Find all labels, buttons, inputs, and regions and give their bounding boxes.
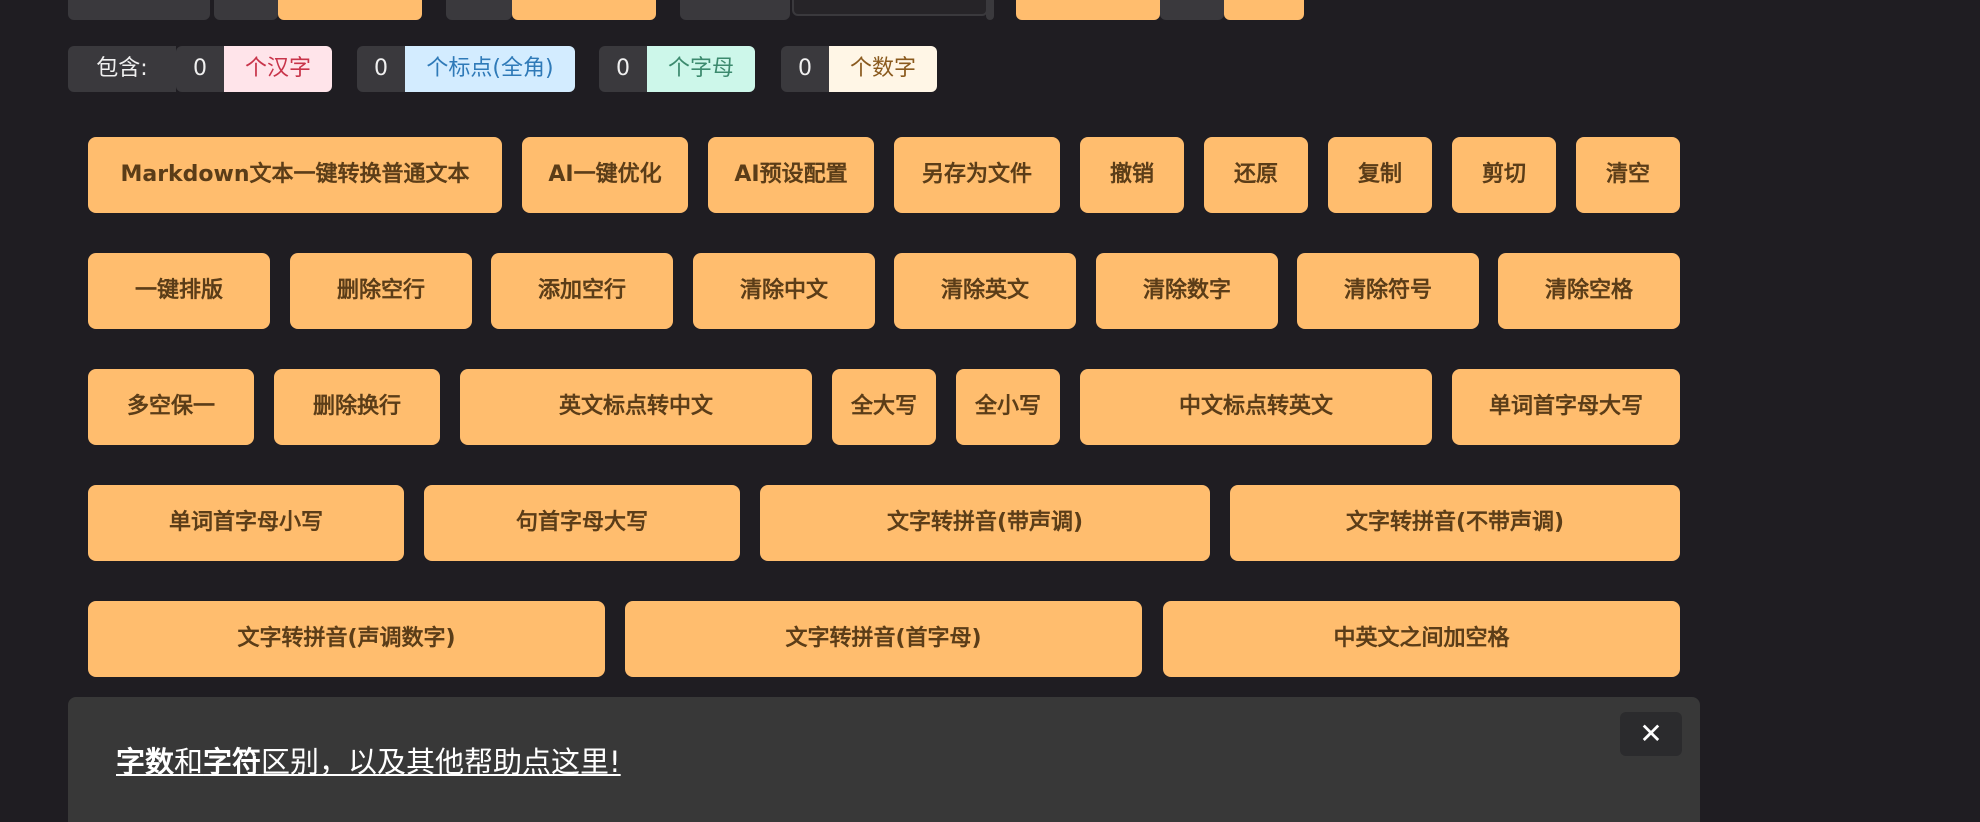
- remove-english-button[interactable]: 清除英文: [894, 253, 1076, 329]
- sentence-capitalize-button[interactable]: 句首字母大写: [424, 485, 740, 561]
- toolbar-input[interactable]: [792, 0, 988, 16]
- save-as-file-button[interactable]: 另存为文件: [894, 137, 1060, 213]
- cut-button[interactable]: 剪切: [1452, 137, 1556, 213]
- copy-button[interactable]: 复制: [1328, 137, 1432, 213]
- ai-preset-button[interactable]: AI预设配置: [708, 137, 874, 213]
- stat-letter-label: 个字母: [647, 46, 755, 92]
- remove-chinese-button[interactable]: 清除中文: [693, 253, 875, 329]
- help-link-part-wordcount: 字数: [116, 745, 175, 779]
- cn-punct-to-en-button[interactable]: 中文标点转英文: [1080, 369, 1432, 445]
- toolbar-segment[interactable]: [986, 0, 994, 20]
- pinyin-without-tone-button[interactable]: 文字转拼音(不带声调): [1230, 485, 1680, 561]
- restore-button[interactable]: 还原: [1204, 137, 1308, 213]
- toolbar-segment[interactable]: [68, 0, 210, 20]
- toolbar-button[interactable]: [278, 0, 422, 20]
- stats-lead-label: 包含:: [68, 46, 176, 92]
- stat-punct-count: 0: [357, 46, 405, 92]
- remove-spaces-button[interactable]: 清除空格: [1498, 253, 1680, 329]
- stat-digit-count: 0: [781, 46, 829, 92]
- add-blank-lines-button[interactable]: 添加空行: [491, 253, 673, 329]
- toolbar-segment[interactable]: [1160, 0, 1224, 20]
- clear-button[interactable]: 清空: [1576, 137, 1680, 213]
- stat-letter-count: 0: [599, 46, 647, 92]
- markdown-to-text-button[interactable]: Markdown文本一键转换普通文本: [88, 137, 502, 213]
- stat-hanzi-label: 个汉字: [224, 46, 332, 92]
- word-capitalize-button[interactable]: 单词首字母大写: [1452, 369, 1680, 445]
- undo-button[interactable]: 撤销: [1080, 137, 1184, 213]
- delete-line-breaks-button[interactable]: 删除换行: [274, 369, 440, 445]
- delete-blank-lines-button[interactable]: 删除空行: [290, 253, 472, 329]
- close-banner-button[interactable]: ✕: [1620, 712, 1682, 756]
- one-click-format-button[interactable]: 一键排版: [88, 253, 270, 329]
- toolbar-button[interactable]: [1224, 0, 1304, 20]
- pinyin-tone-number-button[interactable]: 文字转拼音(声调数字): [88, 601, 605, 677]
- toolbar-button[interactable]: [512, 0, 656, 20]
- help-link-part-and: 和: [174, 745, 204, 779]
- toolbar-segment[interactable]: [446, 0, 512, 20]
- toolbar-segment[interactable]: [214, 0, 278, 20]
- remove-digits-button[interactable]: 清除数字: [1096, 253, 1278, 329]
- collapse-spaces-button[interactable]: 多空保一: [88, 369, 254, 445]
- close-icon: ✕: [1639, 717, 1663, 750]
- help-link-part-rest: 区别，以及其他帮助点这里!: [261, 745, 621, 779]
- all-uppercase-button[interactable]: 全大写: [832, 369, 936, 445]
- pinyin-initials-button[interactable]: 文字转拼音(首字母): [625, 601, 1142, 677]
- help-link-part-chars: 字符: [203, 745, 262, 779]
- help-link[interactable]: 字数和字符区别，以及其他帮助点这里!: [116, 739, 621, 781]
- space-between-cn-en-button[interactable]: 中英文之间加空格: [1163, 601, 1680, 677]
- remove-symbols-button[interactable]: 清除符号: [1297, 253, 1479, 329]
- stat-punct-label: 个标点(全角): [405, 46, 575, 92]
- help-banner: 字数和字符区别，以及其他帮助点这里! ✕: [68, 697, 1700, 822]
- stat-hanzi-count: 0: [176, 46, 224, 92]
- word-lowercase-button[interactable]: 单词首字母小写: [88, 485, 404, 561]
- pinyin-with-tone-button[interactable]: 文字转拼音(带声调): [760, 485, 1210, 561]
- text-tool-page: 包含: 0 个汉字 0 个标点(全角) 0 个字母 0 个数字 Markdown…: [0, 0, 1980, 822]
- stat-digit-label: 个数字: [829, 46, 937, 92]
- en-punct-to-cn-button[interactable]: 英文标点转中文: [460, 369, 812, 445]
- top-toolbar-partial: [0, 0, 1980, 22]
- toolbar-segment[interactable]: [680, 0, 790, 20]
- ai-optimize-button[interactable]: AI一键优化: [522, 137, 688, 213]
- toolbar-button[interactable]: [1016, 0, 1160, 20]
- all-lowercase-button[interactable]: 全小写: [956, 369, 1060, 445]
